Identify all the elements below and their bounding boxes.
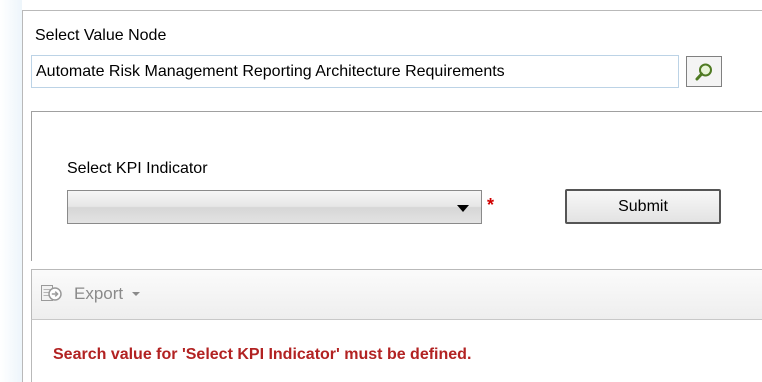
required-marker: * (487, 195, 495, 215)
error-message: Search value for 'Select KPI Indicator' … (53, 346, 472, 363)
page-background (0, 0, 22, 382)
value-node-label: Select Value Node (35, 27, 167, 44)
export-label: Export (74, 284, 124, 303)
kpi-indicator-select[interactable] (67, 190, 482, 224)
kpi-panel (31, 111, 762, 261)
results-toolbar (31, 269, 762, 320)
magnifier-icon (695, 63, 712, 80)
kpi-indicator-label: Select KPI Indicator (67, 160, 208, 177)
value-node-field[interactable]: Automate Risk Management Reporting Archi… (31, 55, 679, 88)
caret-down-icon (132, 292, 141, 296)
export-button[interactable]: Export (40, 280, 141, 308)
lookup-button[interactable] (686, 56, 722, 87)
submit-button[interactable]: Submit (565, 189, 721, 224)
chevron-down-icon (457, 205, 469, 212)
export-icon (41, 285, 62, 301)
